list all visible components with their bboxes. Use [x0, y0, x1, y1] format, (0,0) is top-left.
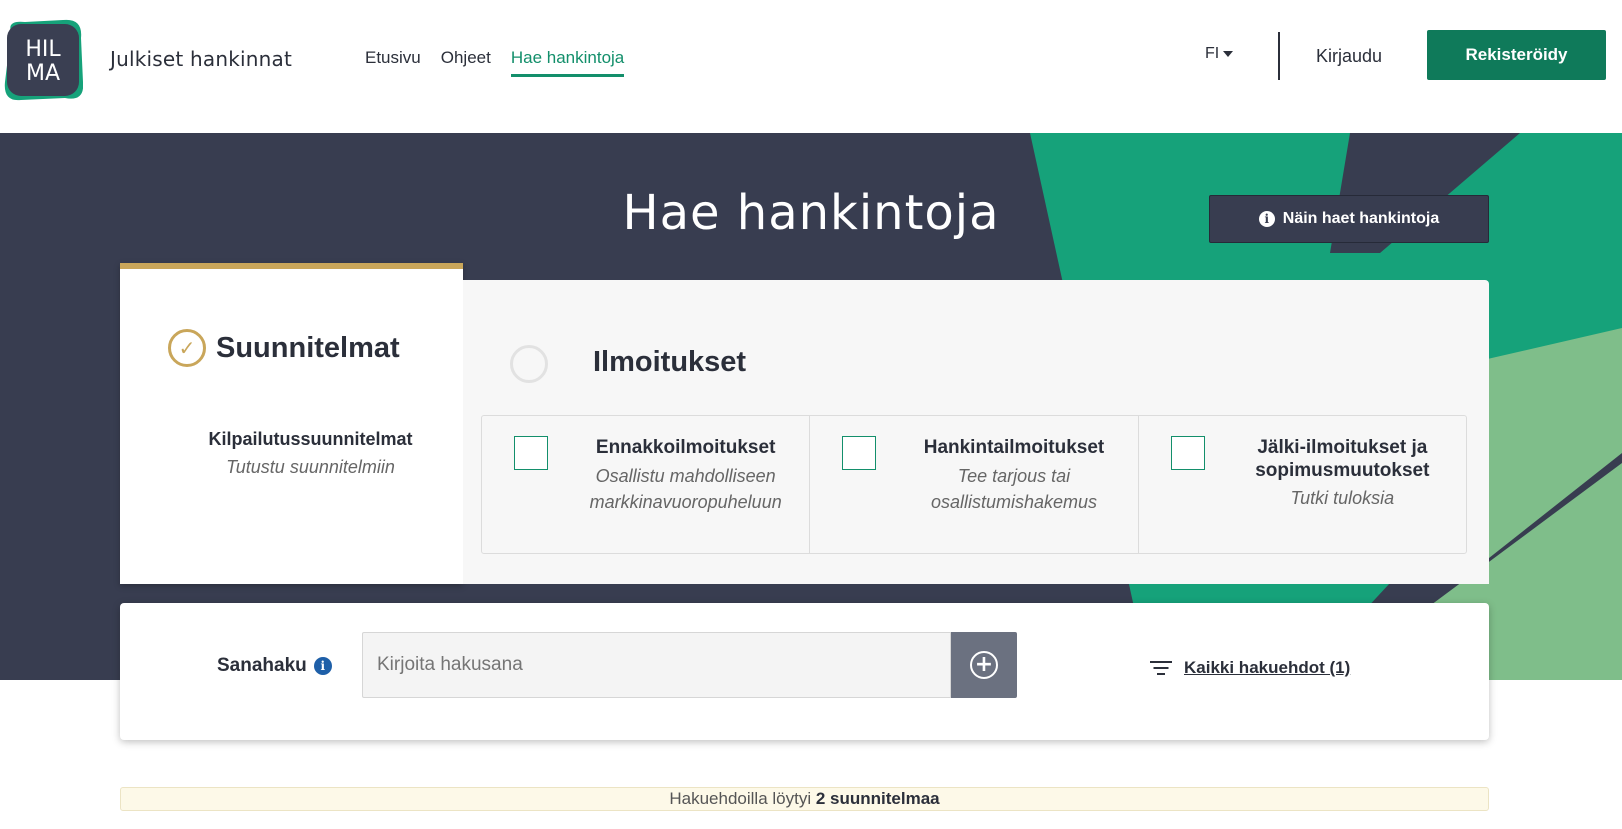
plans-description: Tutustu suunnitelmiin [226, 457, 395, 477]
notices-radio[interactable] [510, 345, 548, 383]
plans-title-row: ✓ Suunnitelmat [168, 329, 400, 367]
site-header: HIL MA Julkiset hankinnat Etusivu Ohjeet… [0, 0, 1622, 133]
search-help-button[interactable]: i Näin haet hankintoja [1209, 195, 1489, 243]
ennakkoilmoitukset-checkbox[interactable] [514, 436, 548, 470]
notice-type-title: Hankintailmoitukset [923, 437, 1105, 458]
plans-title: Suunnitelmat [216, 331, 400, 364]
search-input[interactable] [362, 632, 951, 698]
caret-down-icon [1223, 50, 1234, 57]
add-search-term-button[interactable]: + [951, 632, 1017, 698]
notice-type-title: Jälki-ilmoitukset ja [1257, 437, 1428, 458]
language-label: FI [1205, 45, 1220, 62]
notice-type-title: Ennakkoilmoitukset [595, 437, 776, 458]
results-count: 2 suunnitelmaa [815, 789, 940, 808]
site-brand: Julkiset hankinnat [110, 47, 292, 71]
hilma-logo-icon: HIL MA [4, 19, 84, 101]
register-button[interactable]: Rekisteröidy [1427, 30, 1606, 80]
login-link[interactable]: Kirjaudu [1316, 46, 1382, 67]
tab-ilmoitukset[interactable]: Ilmoitukset Ennakkoilmoitukset Osallistu… [463, 280, 1489, 584]
search-panel: Sanahaku i + Kaikki hakuehdot (1) [120, 603, 1489, 740]
plus-circle-icon: + [970, 651, 998, 679]
notice-type-ennakkoilmoitukset[interactable]: Ennakkoilmoitukset Osallistu mahdollisee… [482, 416, 811, 553]
notice-type-description: osallistumishakemus [930, 492, 1098, 512]
notice-type-title: sopimusmuutokset [1255, 460, 1430, 481]
notice-type-description: Tutki tuloksia [1290, 488, 1395, 508]
info-icon[interactable]: i [313, 657, 332, 675]
info-icon: i [1258, 211, 1275, 227]
nav-item-hae-hankintoja[interactable]: Hae hankintoja [510, 48, 625, 77]
nav-item-etusivu[interactable]: Etusivu [365, 48, 421, 77]
jalki-ilmoitukset-checkbox[interactable] [1170, 436, 1205, 470]
notice-type-jalki-ilmoitukset[interactable]: Jälki-ilmoitukset ja sopimusmuutokset Tu… [1139, 416, 1466, 553]
language-selector[interactable]: FI [1205, 45, 1234, 63]
plans-subtitle: Kilpailutussuunnitelmat [208, 429, 413, 449]
filter-icon [1150, 659, 1172, 677]
results-prefix: Hakuehdoilla löytyi [669, 789, 812, 808]
notice-type-grid: Ennakkoilmoitukset Osallistu mahdollisee… [481, 415, 1467, 554]
header-divider [1278, 32, 1280, 80]
keyword-label-text: Sanahaku [217, 655, 307, 676]
keyword-search-label: Sanahaku i [217, 655, 332, 677]
svg-text:MA: MA [26, 61, 60, 86]
all-filters-link[interactable]: Kaikki hakuehdot (1) [1184, 658, 1350, 678]
notice-type-description: markkinavuoropuheluun [589, 492, 782, 512]
notice-type-hankintailmoitukset[interactable]: Hankintailmoitukset Tee tarjous tai osal… [810, 416, 1139, 553]
tab-suunnitelmat[interactable]: ✓ Suunnitelmat Kilpailutussuunnitelmat T… [120, 263, 463, 584]
nav-item-ohjeet[interactable]: Ohjeet [441, 48, 491, 77]
hilma-logo[interactable]: HIL MA [3, 18, 84, 102]
check-circle-icon: ✓ [168, 329, 206, 367]
hankintailmoitukset-checkbox[interactable] [842, 436, 877, 470]
all-filters[interactable]: Kaikki hakuehdot (1) [1150, 658, 1350, 678]
main-nav: Etusivu Ohjeet Hae hankintoja [365, 48, 625, 77]
svg-text:HIL: HIL [25, 37, 61, 62]
notice-type-description: Osallistu mahdolliseen [595, 466, 776, 486]
search-help-label: Näin haet hankintoja [1282, 210, 1440, 227]
results-summary: Hakuehdoilla löytyi 2 suunnitelmaa [120, 787, 1489, 811]
notices-title: Ilmoitukset [593, 346, 747, 378]
notice-type-description: Tee tarjous tai [957, 466, 1071, 486]
